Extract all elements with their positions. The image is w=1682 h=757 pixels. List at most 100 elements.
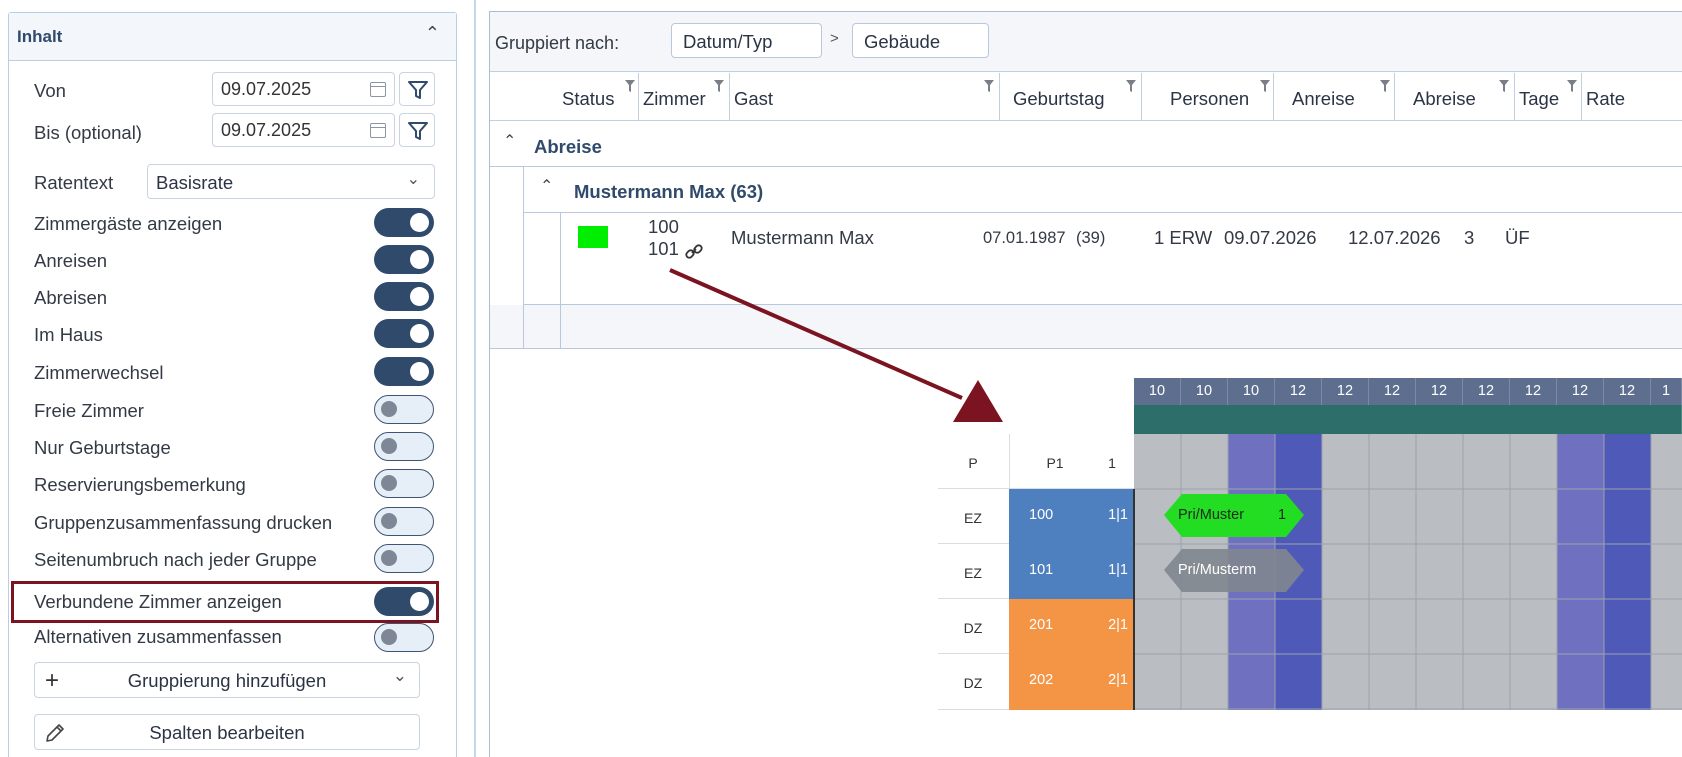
row-indent-line (560, 213, 561, 304)
day-number: 10 (1228, 378, 1275, 405)
reservation-bar[interactable]: Pri/Muster 1 (1164, 494, 1304, 537)
bis-date-input[interactable]: 09.07.2025 (212, 113, 395, 147)
toggle-im-haus[interactable] (374, 319, 434, 348)
toggle-label: Zimmergäste anzeigen (34, 213, 223, 234)
subgroup-title: Mustermann Max (63) (574, 181, 764, 202)
birthday: 07.01.1987 (983, 229, 1066, 247)
filter-icon[interactable] (713, 79, 725, 93)
cal-header-label: P (968, 455, 978, 471)
filter-icon[interactable] (1125, 79, 1137, 93)
column-title: Zimmer (643, 88, 706, 109)
bis-date-value: 09.07.2025 (221, 120, 312, 140)
column-header-tage[interactable]: Tage (1515, 73, 1582, 121)
calendar-subheader (1134, 405, 1682, 434)
bis-filter-button[interactable] (399, 113, 435, 147)
chevron-up-icon[interactable]: ⌃ (503, 131, 516, 151)
grouped-by-label: Gruppiert nach: (495, 33, 620, 53)
guest-name: Mustermann Max (731, 227, 874, 248)
filter-icon (408, 122, 428, 140)
toggle-label: Nur Geburtstage (34, 437, 171, 458)
settings-panel: Inhalt ⌃ Von 09.07.2025 Bis (optional) 0… (0, 0, 462, 757)
chip-label: Datum/Typ (683, 31, 773, 52)
column-title: Status (562, 88, 615, 109)
arrival-date: 09.07.2026 (1224, 227, 1317, 248)
column-header-anreise[interactable]: Anreise (1274, 73, 1395, 121)
ratentext-select[interactable]: Basisrate ⌄ (147, 164, 435, 199)
edit-columns-button[interactable]: Spalten bearbeiten (34, 714, 420, 750)
room-type: DZ (963, 675, 983, 691)
toggle-gruppenzusammenfassung[interactable] (374, 507, 434, 536)
von-date-input[interactable]: 09.07.2025 (212, 72, 395, 106)
room-row[interactable]: EZ 101 1|1 (938, 544, 1134, 599)
toggle-freie-zimmer[interactable] (374, 395, 434, 424)
calendar-icon[interactable] (370, 123, 386, 138)
toggle-nur-geburtstage[interactable] (374, 432, 434, 461)
room-number: 101 (648, 238, 679, 259)
ratentext-value: Basisrate (156, 172, 234, 193)
room-row[interactable]: DZ 201 2|1 (938, 599, 1134, 654)
toggle-label: Alternativen zusammenfassen (34, 626, 282, 647)
toggle-label: Verbundene Zimmer anzeigen (34, 591, 282, 612)
chevron-up-icon[interactable]: ⌃ (540, 176, 553, 196)
reservation-count: 1 (1278, 507, 1287, 523)
column-header-zimmer[interactable]: Zimmer (639, 73, 730, 121)
add-grouping-label: Gruppierung hinzufügen (127, 670, 327, 691)
filter-icon[interactable] (1498, 79, 1510, 93)
filter-icon[interactable] (1566, 79, 1578, 93)
calendar-icon[interactable] (370, 82, 386, 97)
group-header-abreise[interactable]: ⌃ Abreise (490, 122, 1682, 167)
room-cell: 101 1|1 (1009, 544, 1134, 599)
panel-header[interactable]: Inhalt ⌃ (9, 13, 456, 61)
column-header-rate[interactable]: Rate (1582, 73, 1682, 121)
filter-icon[interactable] (1379, 79, 1391, 93)
filter-icon[interactable] (1259, 79, 1271, 93)
toggle-label: Reservierungsbemerkung (34, 474, 246, 495)
room-plan-calendar: 10 10 10 12 12 12 12 12 12 12 12 1 P P1 … (936, 378, 1682, 714)
day-number: 12 (1557, 378, 1604, 405)
filter-icon[interactable] (624, 79, 636, 93)
room-number: 202 (1029, 672, 1054, 688)
room-row[interactable]: DZ 202 2|1 (938, 654, 1134, 710)
column-title: Personen (1170, 88, 1250, 109)
toggle-alternativen[interactable] (374, 623, 434, 652)
von-filter-button[interactable] (399, 72, 435, 106)
grouping-chip-datum-typ[interactable]: Datum/Typ (671, 23, 822, 58)
subgroup-header[interactable]: ⌃ Mustermann Max (63) (523, 167, 1682, 213)
toggle-anreisen[interactable] (374, 245, 434, 274)
toggle-seitenumbruch[interactable] (374, 544, 434, 573)
column-header-personen[interactable]: Personen (1142, 73, 1274, 121)
chevron-up-icon[interactable]: ⌃ (425, 23, 440, 44)
group-title: Abreise (534, 136, 602, 157)
edit-columns-label: Spalten bearbeiten (149, 722, 305, 743)
toggle-zimmerwechsel[interactable] (374, 357, 434, 386)
age: (39) (1076, 229, 1106, 247)
grouping-chip-gebaeude[interactable]: Gebäude (852, 23, 989, 58)
add-grouping-button[interactable]: + Gruppierung hinzufügen ⌄ (34, 662, 420, 698)
today-line (1133, 489, 1135, 710)
room-number: 201 (1029, 617, 1054, 633)
chevron-down-icon: ⌄ (406, 171, 420, 188)
panel-divider[interactable] (474, 0, 476, 757)
room-type: EZ (964, 565, 982, 581)
toggle-zimmergaeste[interactable] (374, 208, 434, 237)
reservation-bar-linked[interactable]: Pri/Musterm (1164, 549, 1304, 592)
column-header-gast[interactable]: Gast (730, 73, 1000, 121)
toggle-abreisen[interactable] (374, 282, 434, 311)
status-indicator (578, 226, 608, 248)
column-header-geburtstag[interactable]: Geburtstag (1000, 73, 1142, 121)
room-row[interactable]: EZ 100 1|1 (938, 489, 1134, 544)
toggle-verbundene-zimmer[interactable] (374, 587, 434, 616)
column-header-row: Status Zimmer Gast Geburtstag Personen A… (490, 73, 1682, 121)
cal-header-label: 1 (1108, 455, 1116, 471)
day-number: 12 (1275, 378, 1322, 405)
chevron-right-icon: > (830, 30, 839, 47)
bis-label: Bis (optional) (34, 122, 142, 143)
group-footer-row (490, 305, 1682, 349)
column-header-status[interactable]: Status (490, 73, 639, 121)
table-row[interactable]: 100 101 Mustermann Max 07.01.1987 (39) 1… (523, 213, 1682, 305)
toggle-label: Gruppenzusammenfassung drucken (34, 512, 333, 533)
toggle-reservierungsbemerkung[interactable] (374, 469, 434, 498)
von-label: Von (34, 80, 66, 101)
column-header-abreise[interactable]: Abreise (1395, 73, 1515, 121)
filter-icon[interactable] (983, 79, 995, 93)
